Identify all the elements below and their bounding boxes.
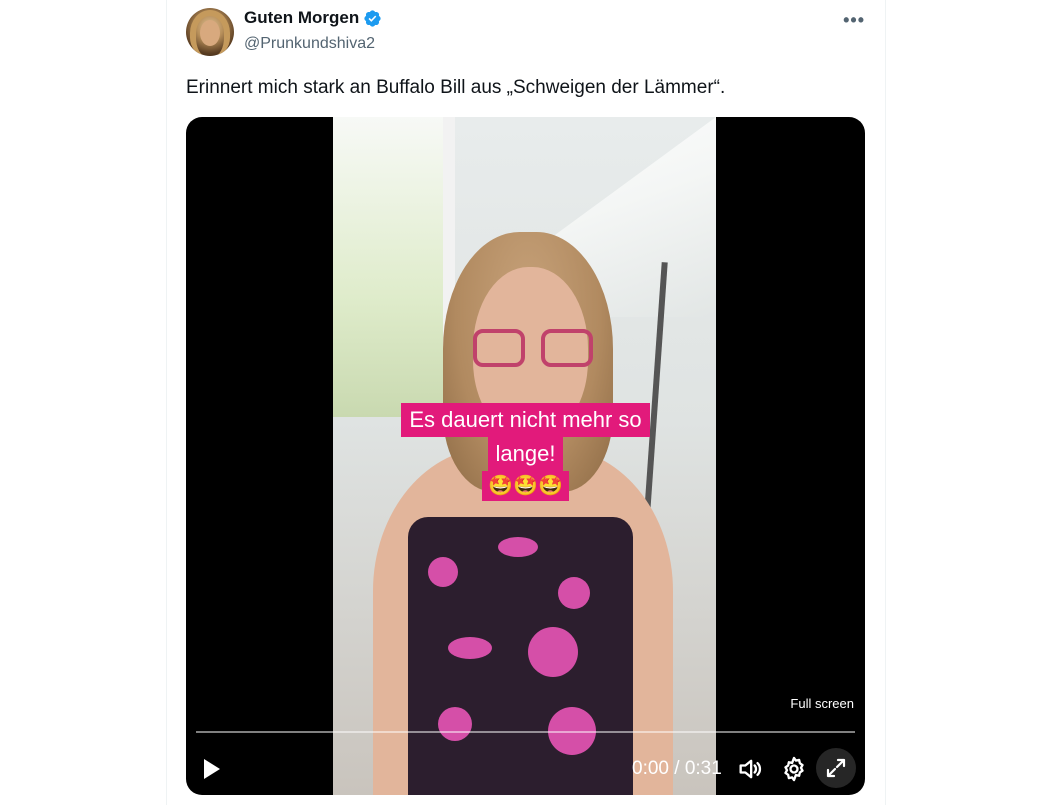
play-icon[interactable] (204, 759, 220, 779)
right-border (885, 0, 886, 805)
video-caption: Es dauert nicht mehr so lange! 🤩🤩🤩 (377, 403, 674, 501)
avatar[interactable] (186, 8, 234, 56)
time-display: 0:00 / 0:31 (632, 758, 722, 779)
display-name[interactable]: Guten Morgen (244, 8, 382, 28)
video-controls: 0:00 / 0:31 (186, 747, 865, 789)
caption-line-1: Es dauert nicht mehr so (401, 403, 650, 437)
volume-icon[interactable] (736, 755, 764, 783)
fullscreen-tooltip: Full screen (790, 696, 854, 711)
display-name-text[interactable]: Guten Morgen (244, 8, 359, 28)
verified-badge-icon (364, 9, 381, 27)
caption-emoji: 🤩🤩🤩 (482, 471, 569, 501)
fullscreen-button[interactable] (816, 748, 856, 788)
video-player[interactable]: Es dauert nicht mehr so lange! 🤩🤩🤩 Full … (186, 117, 865, 795)
gear-icon[interactable] (780, 755, 808, 783)
tweet-text: Erinnert mich stark an Buffalo Bill aus … (186, 77, 726, 98)
expand-icon (826, 758, 846, 778)
tweet[interactable]: Guten Morgen @Prunkundshiva2 ••• Erinner… (166, 0, 885, 805)
user-handle[interactable]: @Prunkundshiva2 (244, 35, 375, 53)
progress-bar[interactable] (196, 731, 855, 733)
more-options-icon[interactable]: ••• (843, 10, 865, 31)
caption-line-2: lange! (487, 437, 564, 471)
